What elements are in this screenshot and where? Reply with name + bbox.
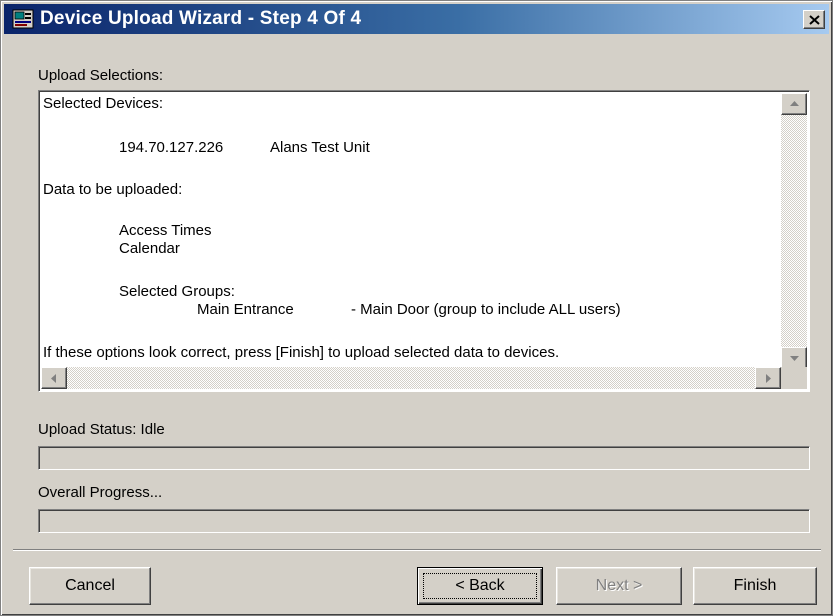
scroll-right-button[interactable] [755, 367, 781, 389]
cancel-button[interactable]: Cancel [29, 567, 151, 605]
scroll-down-button[interactable] [781, 347, 807, 369]
data-item-access-times: Access Times [119, 222, 212, 239]
group-name: Main Entrance [197, 301, 294, 318]
back-button[interactable]: < Back [417, 567, 543, 605]
overall-progress-label: Overall Progress... [38, 484, 163, 501]
arrow-left-icon [51, 374, 56, 383]
scroll-corner [781, 367, 807, 389]
data-to-upload-heading: Data to be uploaded: [43, 181, 183, 198]
window-title: Device Upload Wizard - Step 4 Of 4 [40, 8, 362, 29]
arrow-right-icon [766, 374, 771, 383]
data-item-calendar: Calendar [119, 240, 180, 257]
close-icon [809, 15, 820, 25]
device-ip: 194.70.127.226 [119, 139, 224, 156]
focus-indicator [423, 573, 537, 599]
horizontal-scrollbar[interactable] [41, 367, 781, 389]
arrow-down-icon [790, 356, 799, 361]
selected-groups-heading: Selected Groups: [119, 283, 235, 300]
next-button: Next > [556, 567, 682, 605]
upload-selections-list[interactable]: Selected Devices: 194.70.127.226 Alans T… [38, 90, 810, 392]
wizard-app-icon [12, 9, 34, 29]
scroll-up-button[interactable] [781, 93, 807, 115]
instruction-text: If these options look correct, press [Fi… [43, 344, 560, 361]
overall-progress-bar [38, 509, 810, 533]
finish-button[interactable]: Finish [693, 567, 817, 605]
wizard-window: Device Upload Wizard - Step 4 Of 4 Uploa… [0, 0, 833, 616]
upload-status-label: Upload Status: Idle [38, 421, 165, 438]
group-description: - Main Door (group to include ALL users) [351, 301, 621, 318]
arrow-up-icon [790, 101, 799, 106]
upload-status-progress-bar [38, 446, 810, 470]
scroll-left-button[interactable] [41, 367, 67, 389]
close-button[interactable] [803, 10, 825, 29]
device-name: Alans Test Unit [270, 139, 370, 156]
title-bar[interactable]: Device Upload Wizard - Step 4 Of 4 [4, 4, 829, 34]
button-divider [13, 549, 821, 551]
vertical-scrollbar[interactable] [781, 93, 807, 369]
selected-devices-heading: Selected Devices: [43, 95, 164, 112]
upload-selections-label: Upload Selections: [38, 67, 164, 84]
